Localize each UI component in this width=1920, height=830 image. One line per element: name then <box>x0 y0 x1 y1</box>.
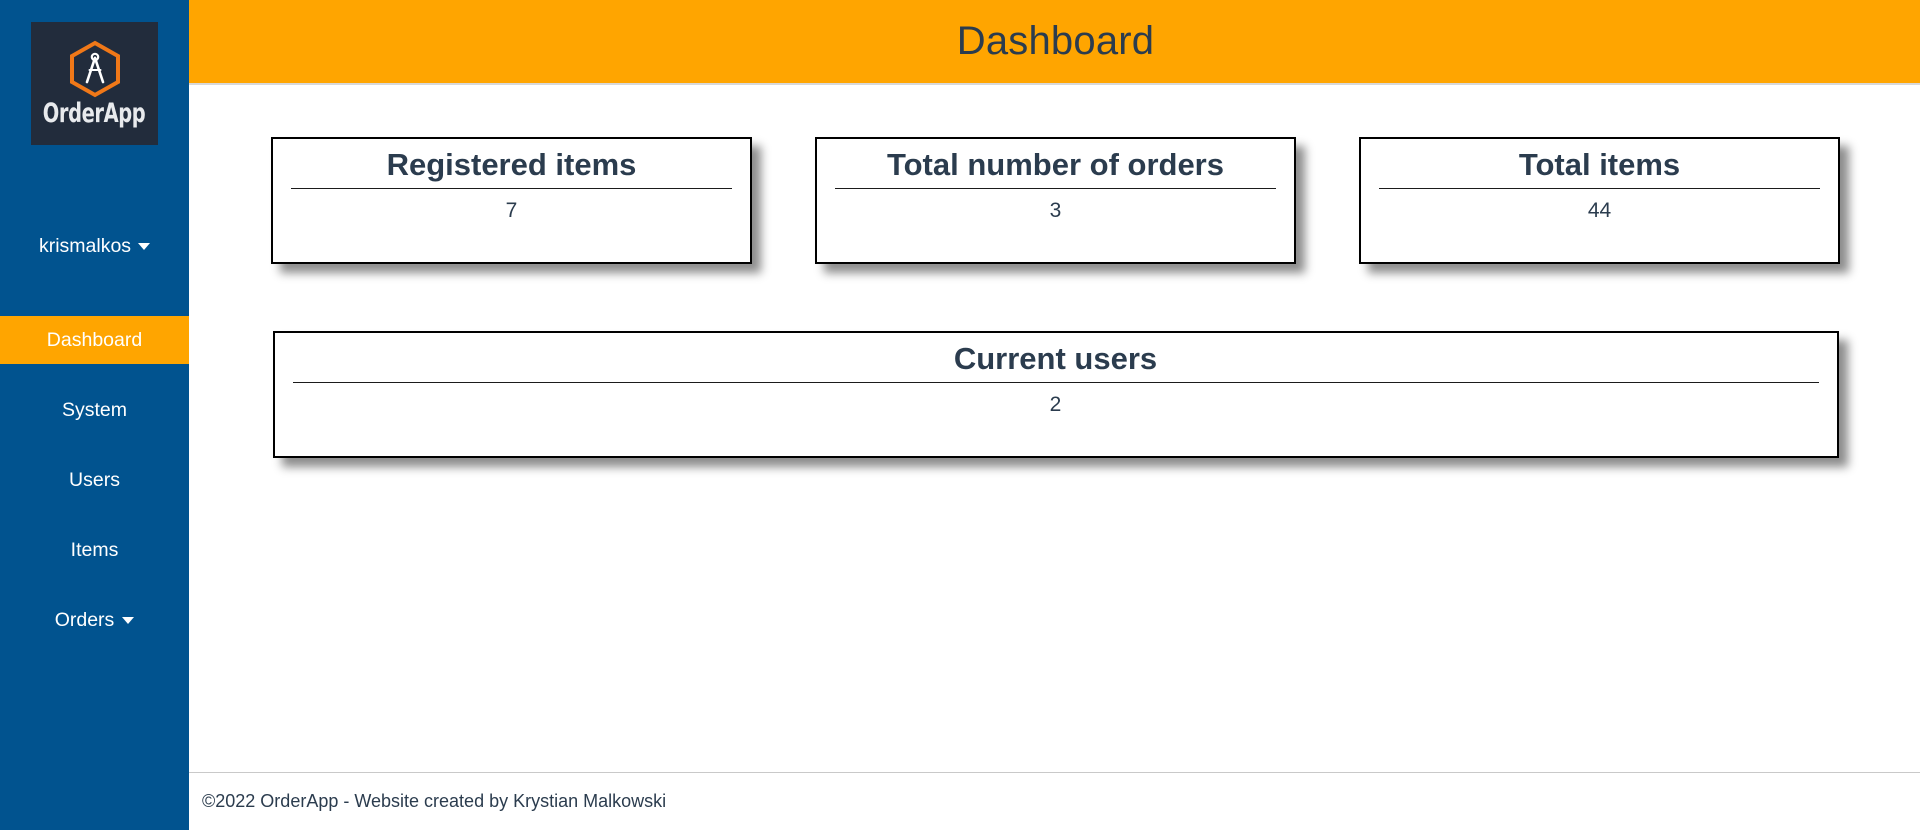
sidebar-item-label: Items <box>70 538 119 561</box>
sidebar-item-items[interactable]: Items <box>0 526 189 574</box>
stat-card-total-items: Total items 44 <box>1359 137 1840 264</box>
footer-text: ©2022 OrderApp - Website created by Krys… <box>202 791 667 811</box>
stat-card-row: Registered items 7 Total number of order… <box>189 137 1920 264</box>
chevron-down-icon <box>122 616 135 624</box>
stat-card-value: 44 <box>1587 198 1612 222</box>
sidebar-item-orders[interactable]: Orders <box>0 596 189 644</box>
sidebar-nav: Dashboard System Users Items Orders <box>0 316 189 644</box>
main-column: Dashboard Registered items 7 Total numbe… <box>189 0 1920 830</box>
sidebar: OrderApp krismalkos Dashboard System Use… <box>0 0 189 830</box>
stat-card-value: 3 <box>1049 198 1062 222</box>
sidebar-item-label: Orders <box>54 608 115 631</box>
stat-card-total-orders: Total number of orders 3 <box>815 137 1296 264</box>
stat-card-title: Total items <box>1518 147 1681 182</box>
sidebar-item-label: Dashboard <box>46 328 143 351</box>
brand-name: OrderApp <box>43 98 146 129</box>
sidebar-item-users[interactable]: Users <box>0 456 189 504</box>
user-menu-label: krismalkos <box>38 235 132 257</box>
page-header: Dashboard <box>189 0 1920 85</box>
stat-card-value: 2 <box>1049 392 1062 416</box>
stat-card-title: Total number of orders <box>886 147 1224 182</box>
stat-card-current-users: Current users 2 <box>272 331 1839 458</box>
sidebar-item-system[interactable]: System <box>0 386 189 434</box>
stat-card-value: 7 <box>505 198 518 222</box>
chevron-down-icon <box>138 243 151 250</box>
stat-card-title: Current users <box>953 341 1158 376</box>
hexagon-compass-icon <box>69 40 120 98</box>
sidebar-item-dashboard[interactable]: Dashboard <box>0 316 189 364</box>
sidebar-item-label: System <box>61 398 127 421</box>
dashboard-content: Registered items 7 Total number of order… <box>189 85 1920 772</box>
stat-card-title: Registered items <box>386 147 637 182</box>
sidebar-item-label: Users <box>69 468 120 491</box>
brand-logo[interactable]: OrderApp <box>31 22 158 145</box>
stat-card-registered-items: Registered items 7 <box>271 137 752 264</box>
user-menu[interactable]: krismalkos <box>38 235 151 258</box>
app-root: OrderApp krismalkos Dashboard System Use… <box>0 0 1920 830</box>
page-footer: ©2022 OrderApp - Website created by Krys… <box>189 772 1920 830</box>
wide-card-row: Current users 2 <box>189 264 1920 458</box>
page-title: Dashboard <box>956 19 1155 63</box>
